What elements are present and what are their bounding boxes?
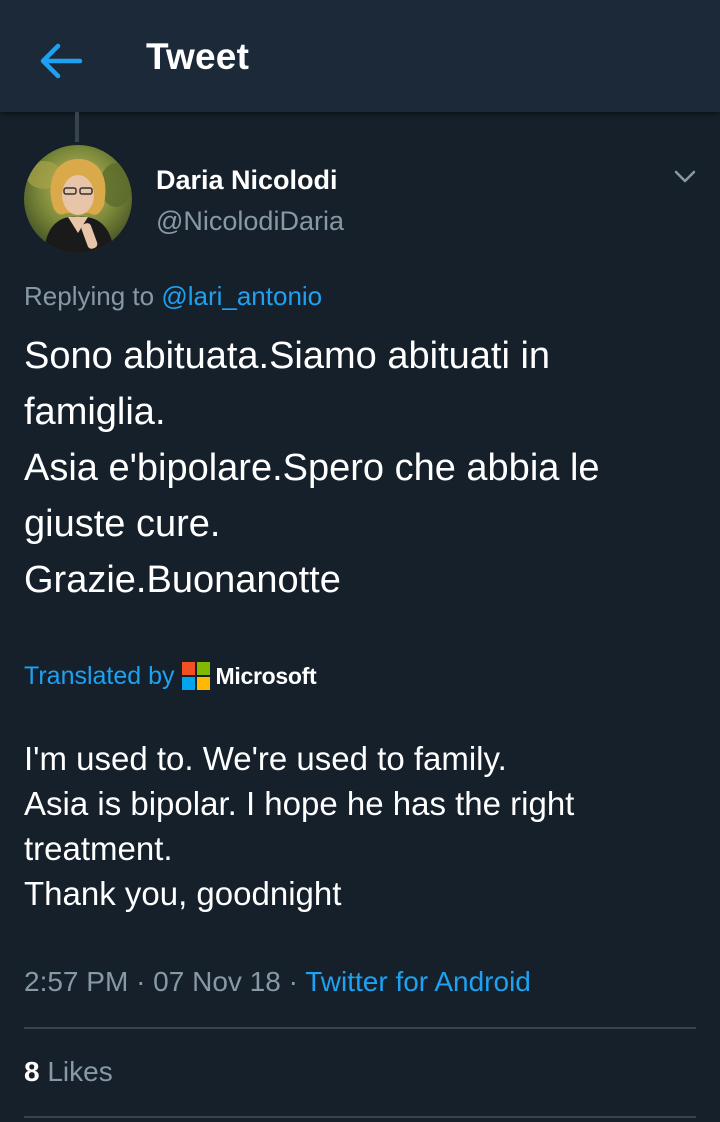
tweet-date: 07 Nov 18	[153, 966, 281, 997]
author-handle[interactable]: @NicolodiDaria	[156, 206, 344, 237]
meta-separator: ·	[136, 966, 146, 997]
translation-line: Thank you, goodnight	[24, 875, 342, 912]
tweet-line: famiglia.	[24, 391, 166, 433]
arrow-left-icon	[40, 43, 83, 79]
likes-count: 8	[24, 1056, 40, 1087]
replying-to-label: Replying to	[24, 281, 155, 311]
tweet-time: 2:57 PM	[24, 966, 129, 997]
back-button[interactable]	[34, 38, 86, 84]
meta-separator: ·	[288, 966, 298, 997]
tweet-metadata: 2:57 PM · 07 Nov 18 · Twitter for Androi…	[24, 966, 531, 998]
thread-connector-line	[75, 112, 79, 142]
divider	[24, 1116, 696, 1118]
page-title: Tweet	[146, 36, 250, 77]
translation-line: Asia is bipolar. I hope he has the right	[24, 785, 575, 822]
tweet-line: giuste cure.	[24, 503, 221, 545]
translated-tweet-body: I'm used to. We're used to family. Asia …	[24, 736, 704, 916]
chevron-down-icon	[674, 170, 696, 183]
likes-label: Likes	[47, 1056, 113, 1087]
tweet-line: Asia e'bipolare.Spero che abbia le	[24, 447, 600, 489]
translation-attribution: Translated by Microsoft	[24, 658, 317, 694]
author-name[interactable]: Daria Nicolodi	[156, 165, 338, 196]
replying-to: Replying to @lari_antonio	[24, 281, 322, 312]
more-options-button[interactable]	[670, 163, 700, 189]
translated-by-link[interactable]: Translated by	[24, 662, 175, 691]
likes-stat[interactable]: 8 Likes	[24, 1056, 113, 1088]
translation-provider: Microsoft	[215, 662, 317, 689]
translation-line: I'm used to. We're used to family.	[24, 740, 507, 777]
tweet-source-link[interactable]: Twitter for Android	[305, 966, 531, 997]
avatar[interactable]	[24, 145, 132, 253]
translation-line: treatment.	[24, 830, 173, 867]
reply-mention-link[interactable]: @lari_antonio	[161, 281, 322, 311]
top-app-bar: Tweet	[0, 0, 720, 112]
tweet-line: Grazie.Buonanotte	[24, 559, 341, 601]
tweet-body: Sono abituata.Siamo abituati in famiglia…	[24, 328, 704, 608]
microsoft-logo-icon	[181, 662, 210, 690]
profile-photo-icon	[24, 145, 132, 253]
tweet-line: Sono abituata.Siamo abituati in	[24, 335, 551, 377]
divider	[24, 1027, 696, 1029]
